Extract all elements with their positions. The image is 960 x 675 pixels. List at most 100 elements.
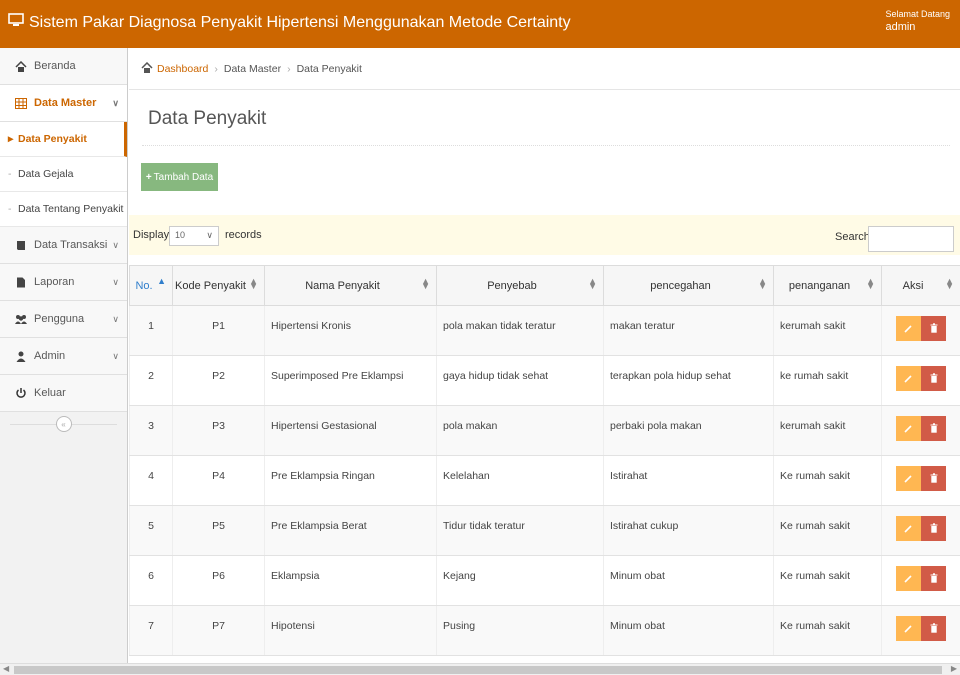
cell-pencegahan: Istirahat (603, 455, 774, 506)
scroll-right-icon[interactable]: ▶ (951, 664, 957, 673)
search-input[interactable] (868, 226, 954, 252)
sidebar-item-label: Data Transaksi (34, 239, 108, 251)
monitor-icon (8, 13, 24, 32)
table-header-row: No. ▲ Kode Penyakit ▲ ▼ Nama Penyakit ▲ ▼ Pen… (129, 265, 960, 306)
table-grid-icon (14, 97, 28, 109)
column-header-penyebab[interactable]: Penyebab ▲ ▼ (436, 265, 604, 306)
sidebar-subitem-data-penyakit[interactable]: ▸ Data Penyakit (0, 122, 127, 157)
table-body: 1 P1 Hipertensi Kronis pola makan tidak ter… (129, 305, 960, 656)
cell-penanganan: ke rumah sakit (773, 355, 882, 406)
sidebar-subitem-data-tentang-penyakit[interactable]: - Data Tentang Penyakit (0, 192, 127, 227)
table-row: 1 P1 Hipertensi Kronis pola makan tidak ter… (129, 305, 960, 356)
sidebar-item-data-transaksi[interactable]: Data Transaksi ∨ (0, 227, 127, 264)
cell-nama: Eklampsia (264, 555, 437, 606)
sidebar-item-admin[interactable]: Admin ∨ (0, 338, 127, 375)
cell-kode: P3 (172, 405, 265, 456)
sidebar-item-data-master[interactable]: Data Master ∨ (0, 85, 127, 122)
home-icon (141, 61, 153, 76)
sidebar-item-beranda[interactable]: Beranda (0, 48, 127, 85)
sidebar-item-pengguna[interactable]: Pengguna ∨ (0, 301, 127, 338)
trash-icon (930, 523, 938, 533)
cell-pencegahan: makan teratur (603, 305, 774, 356)
sort-icon: ▲ ▼ (588, 276, 597, 291)
user-icon (14, 351, 28, 362)
delete-button[interactable] (921, 366, 947, 391)
delete-button[interactable] (921, 316, 947, 341)
cell-no: 2 (129, 355, 173, 406)
delete-button[interactable] (921, 616, 947, 641)
chevron-right-icon: › (214, 62, 218, 75)
cell-pencegahan: Minum obat (603, 605, 774, 656)
cell-penyebab: Kelelahan (436, 455, 604, 506)
delete-button[interactable] (921, 416, 947, 441)
edit-button[interactable] (896, 416, 922, 441)
edit-button[interactable] (896, 566, 922, 591)
column-header-nama[interactable]: Nama Penyakit ▲ ▼ (264, 265, 437, 306)
sort-asc-icon: ▲ (157, 276, 166, 286)
cell-kode: P7 (172, 605, 265, 656)
app-title: Sistem Pakar Diagnosa Penyakit Hipertens… (29, 13, 571, 31)
sidebar: Beranda Data Master ∨ ▸ Data Penyakit - … (0, 48, 128, 663)
edit-button[interactable] (896, 366, 922, 391)
cell-penyebab: Tidur tidak teratur (436, 505, 604, 556)
sidebar-item-keluar[interactable]: Keluar (0, 375, 127, 412)
delete-button[interactable] (921, 466, 947, 491)
trash-icon (930, 323, 938, 333)
table-row: 2 P2 Superimposed Pre Eklampsi gaya hidup t… (129, 355, 960, 406)
table-row: 5 P5 Pre Eklampsia Berat Tidur tidak teratu… (129, 505, 960, 556)
page-size-select[interactable]: 10 ∨ (169, 226, 219, 246)
edit-button[interactable] (896, 316, 922, 341)
cell-no: 1 (129, 305, 173, 356)
table-row: 4 P4 Pre Eklampsia Ringan Kelelahan Istiraha… (129, 455, 960, 506)
cell-aksi (881, 455, 960, 506)
users-icon (14, 314, 28, 325)
plus-icon: + (145, 171, 152, 183)
sidebar-collapse: « (0, 412, 127, 436)
cell-kode: P2 (172, 355, 265, 406)
horizontal-scrollbar[interactable]: ◀ ▶ (0, 663, 960, 675)
column-header-penanganan[interactable]: penanganan ▲ ▼ (773, 265, 882, 306)
home-icon (14, 60, 28, 72)
add-data-label: Tambah Data (153, 171, 214, 183)
chevron-down-icon: ∨ (112, 351, 119, 361)
cell-penanganan: Ke rumah sakit (773, 455, 882, 506)
scroll-left-icon[interactable]: ◀ (3, 664, 9, 673)
sidebar-item-label: Data Master (34, 97, 97, 109)
table-toolbar: Display 10 ∨ records Search: (129, 215, 960, 255)
column-header-aksi[interactable]: Aksi ▲ ▼ (881, 265, 960, 306)
delete-button[interactable] (921, 516, 947, 541)
chevron-down-icon: ∨ (112, 240, 119, 250)
cell-penyebab: pola makan tidak teratur (436, 305, 604, 356)
chevron-down-icon: ∨ (112, 277, 119, 287)
scrollbar-thumb[interactable] (14, 666, 942, 674)
column-header-pencegahan[interactable]: pencegahan ▲ ▼ (603, 265, 774, 306)
collapse-toggle-icon[interactable]: « (55, 416, 72, 432)
sidebar-item-laporan[interactable]: Laporan ∨ (0, 264, 127, 301)
cell-no: 5 (129, 505, 173, 556)
pencil-icon (904, 425, 912, 433)
delete-button[interactable] (921, 566, 947, 591)
table-row: 6 P6 Eklampsia Kejang Minum obat Ke rumah sak… (129, 555, 960, 606)
sidebar-item-label: Keluar (34, 387, 66, 399)
cell-no: 4 (129, 455, 173, 506)
breadcrumb-data-master[interactable]: Data Master (224, 63, 281, 75)
username: admin (885, 21, 916, 33)
sidebar-item-label: Admin (34, 350, 66, 362)
chevron-right-icon: › (287, 62, 291, 75)
cell-pencegahan: perbaki pola makan (603, 405, 774, 456)
edit-button[interactable] (896, 616, 922, 641)
cell-nama: Hipertensi Kronis (264, 305, 437, 356)
sidebar-subitem-data-gejala[interactable]: - Data Gejala (0, 157, 127, 192)
cell-penyebab: Kejang (436, 555, 604, 606)
cell-penyebab: gaya hidup tidak sehat (436, 355, 604, 406)
edit-button[interactable] (896, 466, 922, 491)
column-header-no[interactable]: No. ▲ (129, 265, 173, 306)
add-data-button[interactable]: + Tambah Data (141, 163, 218, 191)
cell-no: 6 (129, 555, 173, 606)
edit-button[interactable] (896, 516, 922, 541)
app-brand[interactable]: Sistem Pakar Diagnosa Penyakit Hipertens… (8, 13, 571, 32)
breadcrumb-dashboard[interactable]: Dashboard (157, 63, 208, 75)
cell-penanganan: kerumah sakit (773, 305, 882, 356)
user-menu[interactable]: Selamat Datang admin (885, 8, 950, 34)
column-header-kode[interactable]: Kode Penyakit ▲ ▼ (172, 265, 265, 306)
